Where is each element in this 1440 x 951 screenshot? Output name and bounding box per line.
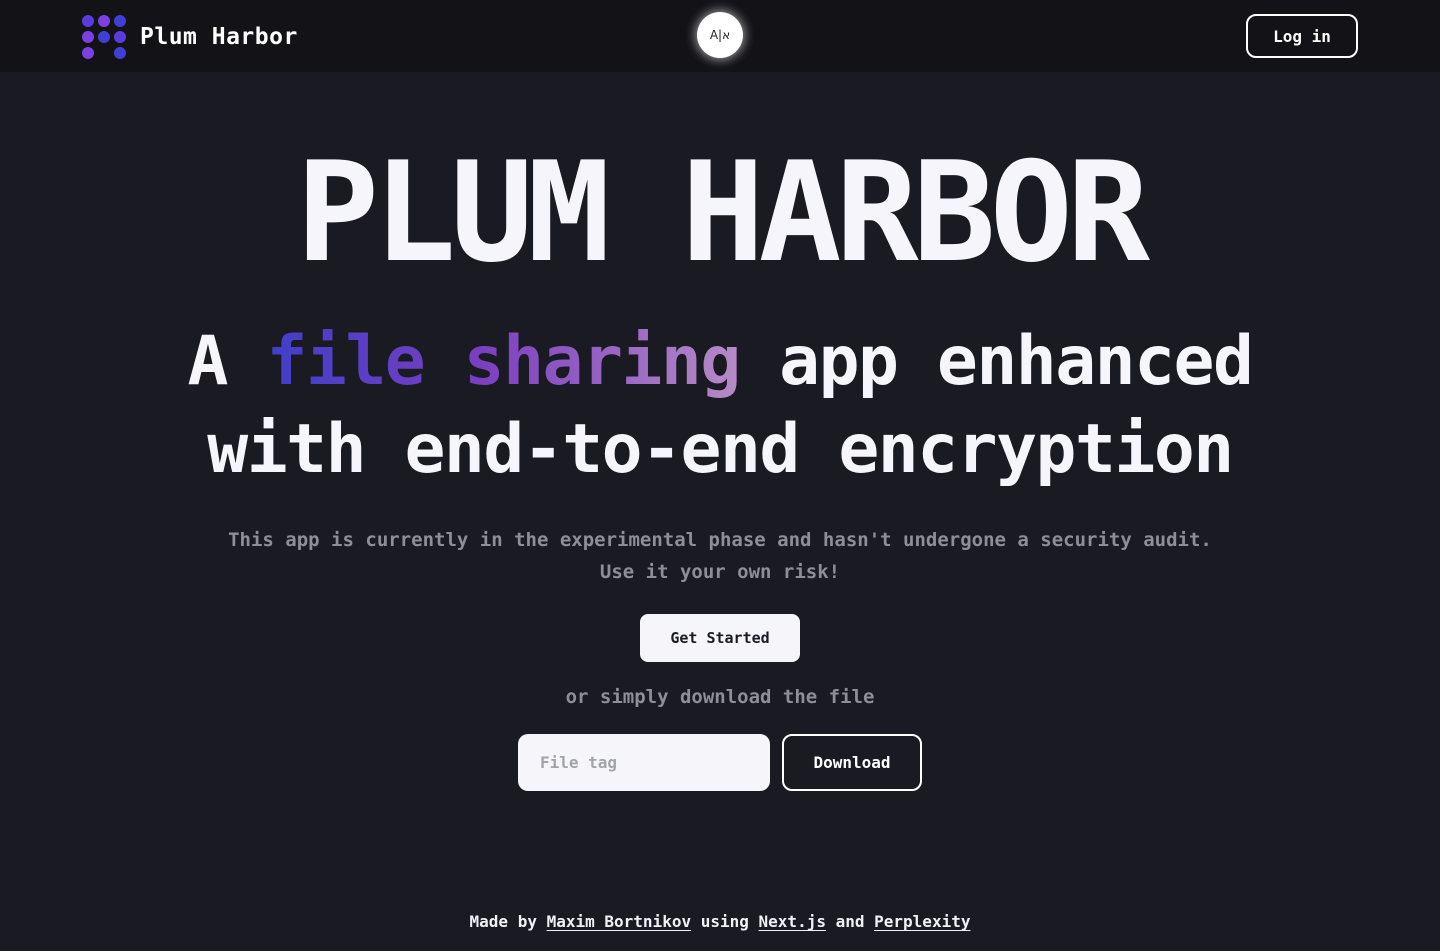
headline-prefix: A [187, 322, 267, 401]
footer-made-by: Made by [469, 912, 547, 931]
hero-headline: A file sharing app enhanced with end-to-… [0, 318, 1440, 494]
footer-and: and [825, 912, 875, 931]
experimental-warning: This app is currently in the experimenta… [0, 524, 1440, 588]
top-navbar: Plum Harbor A|א Log in [0, 0, 1440, 72]
hero-title: PLUM HARBOR [296, 132, 1150, 293]
download-prompt: or simply download the file [565, 686, 875, 708]
file-tag-input[interactable] [518, 734, 770, 791]
language-toggle-button[interactable]: A|א [697, 12, 743, 58]
headline-line2: with end-to-end encryption [207, 410, 1234, 489]
login-button[interactable]: Log in [1246, 14, 1358, 58]
headline-rest: app enhanced [739, 322, 1254, 401]
author-link[interactable]: Maxim Bortnikov [547, 912, 692, 931]
get-started-button[interactable]: Get Started [640, 614, 800, 662]
headline-highlight: file sharing [266, 322, 741, 401]
warning-line-2: Use it your own risk! [599, 561, 841, 583]
perplexity-link[interactable]: Perplexity [874, 912, 970, 931]
nextjs-link[interactable]: Next.js [759, 912, 826, 931]
footer: Made by Maxim Bortnikov using Next.js an… [0, 912, 1440, 931]
download-button[interactable]: Download [782, 734, 922, 791]
brand[interactable]: Plum Harbor [82, 15, 298, 59]
warning-line-1: This app is currently in the experimenta… [228, 529, 1212, 551]
brand-name: Plum Harbor [140, 24, 298, 50]
plum-harbor-logo-icon [82, 15, 126, 59]
footer-using: using [691, 912, 759, 931]
